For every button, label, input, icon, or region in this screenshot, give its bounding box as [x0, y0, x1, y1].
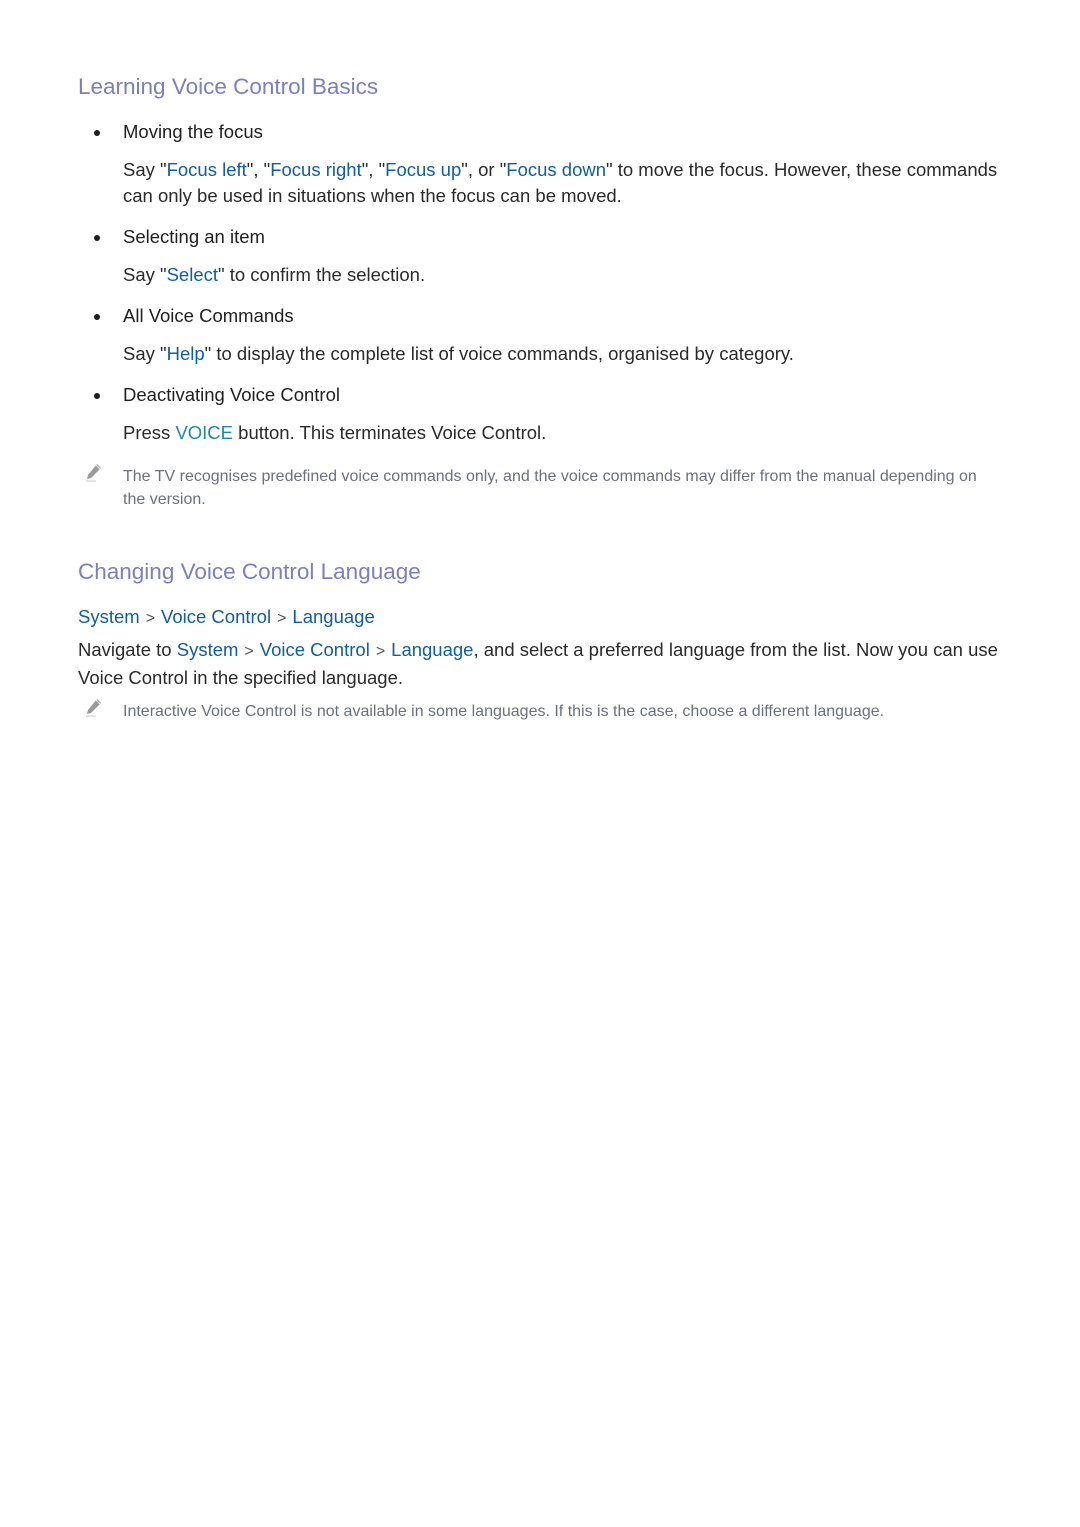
text: Press: [123, 422, 176, 443]
language-description: Navigate to System > Voice Control > Languag…: [78, 637, 998, 691]
moving-focus-description: Say "Focus left", "Focus right", "Focus …: [123, 157, 1003, 209]
path-language: Language: [391, 639, 474, 660]
note-language-availability: Interactive Voice Control is not availab…: [123, 703, 885, 720]
command-select: Select: [166, 264, 219, 285]
section-heading-language: Changing Voice Control Language: [78, 559, 421, 584]
breadcrumb-voice-control[interactable]: Voice Control: [161, 606, 271, 627]
chevron-right-icon: >: [277, 610, 287, 627]
breadcrumb-language[interactable]: Language: [292, 606, 374, 627]
bullet-icon: [94, 130, 100, 136]
breadcrumb: System > Voice Control > Language: [78, 606, 375, 628]
command-help: Help: [166, 343, 205, 364]
bullet-title-selecting-item: Selecting an item: [123, 226, 265, 247]
chevron-right-icon: >: [375, 643, 386, 660]
text: " to display the complete list of voice …: [204, 343, 794, 364]
text: Say ": [123, 264, 167, 285]
all-voice-commands-description: Say "Help" to display the complete list …: [123, 341, 1003, 367]
path-system: System: [176, 639, 239, 660]
text: " to confirm the selection.: [218, 264, 426, 285]
text: button. This terminates Voice Control.: [233, 422, 547, 443]
pencil-icon: [86, 699, 101, 717]
note-predefined-commands: The TV recognises predefined voice comma…: [123, 468, 977, 508]
chevron-right-icon: >: [244, 643, 254, 660]
section-heading-basics: Learning Voice Control Basics: [78, 74, 379, 99]
text: Say ": [123, 343, 167, 364]
command-focus-up: Focus up: [385, 159, 462, 180]
path-voice-control: Voice Control: [259, 639, 370, 660]
voice-button-label: VOICE: [175, 422, 234, 443]
bullet-title-moving-focus: Moving the focus: [123, 121, 263, 142]
command-focus-down: Focus down: [506, 159, 607, 180]
text: Say ": [123, 159, 167, 180]
chevron-right-icon: >: [145, 610, 156, 627]
command-focus-left: Focus left: [166, 159, 247, 180]
bullet-title-deactivating: Deactivating Voice Control: [123, 384, 340, 405]
bullet-title-all-voice-commands: All Voice Commands: [123, 305, 294, 326]
text: ", ": [246, 159, 271, 180]
bullet-icon: [94, 235, 100, 241]
text: ", ": [361, 159, 386, 180]
selecting-item-description: Say "Select" to confirm the selection.: [123, 262, 1003, 288]
bullet-icon: [94, 393, 100, 399]
breadcrumb-system[interactable]: System: [78, 606, 140, 627]
text: Navigate to: [78, 639, 177, 660]
bullet-icon: [94, 314, 100, 320]
command-focus-right: Focus right: [270, 159, 362, 180]
pencil-icon: [86, 464, 101, 482]
deactivating-description: Press VOICE button. This terminates Voic…: [123, 420, 1003, 446]
text: ", or ": [461, 159, 507, 180]
